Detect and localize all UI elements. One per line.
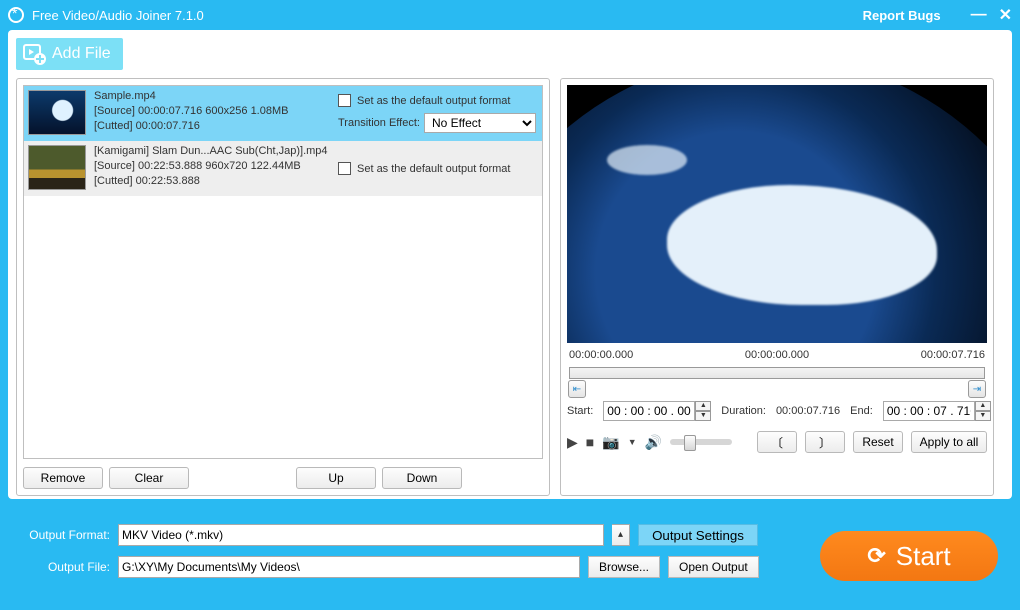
duration-value: 00:00:07.716 xyxy=(776,405,840,417)
output-file-field[interactable] xyxy=(118,556,580,578)
file-name: Sample.mp4 xyxy=(94,89,332,104)
time-edit-row: Start: ▲▼ Duration: 00:00:07.716 End: ▲▼ xyxy=(567,401,987,421)
list-buttons: Remove Clear Up Down xyxy=(23,467,543,489)
file-info: [Kamigami] Slam Dun...AAC Sub(Cht,Jap)].… xyxy=(94,141,332,196)
output-settings-button[interactable]: Output Settings xyxy=(638,524,758,546)
time-current: 00:00:00.000 xyxy=(745,349,809,361)
preview-panel: 00:00:00.000 00:00:00.000 00:00:07.716 ⇤… xyxy=(560,78,994,496)
stop-icon[interactable]: ■ xyxy=(586,434,594,450)
volume-slider[interactable] xyxy=(670,439,732,445)
file-thumbnail xyxy=(28,145,86,190)
file-thumbnail xyxy=(28,90,86,135)
output-format-dropdown-icon[interactable]: ▴ xyxy=(612,524,630,546)
app-logo-icon xyxy=(8,7,24,23)
up-button[interactable]: Up xyxy=(296,467,376,489)
footer: Output Format: ▴ Output Settings Output … xyxy=(0,507,1020,599)
bracket-end-handle[interactable]: ⇥ xyxy=(968,380,986,398)
file-source: [Source] 00:00:07.716 600x256 1.08MB xyxy=(94,104,332,119)
output-format-field[interactable] xyxy=(118,524,604,546)
output-file-label: Output File: xyxy=(16,560,110,574)
spin-up-icon[interactable]: ▲ xyxy=(695,401,711,411)
file-source: [Source] 00:22:53.888 960x720 122.44MB xyxy=(94,159,332,174)
file-cutted: [Cutted] 00:00:07.716 xyxy=(94,119,332,134)
spin-down-icon[interactable]: ▼ xyxy=(695,411,711,421)
mark-out-button[interactable]: 〕 xyxy=(805,431,845,453)
add-file-label: Add File xyxy=(52,45,111,63)
transition-label: Transition Effect: xyxy=(338,117,420,129)
browse-button[interactable]: Browse... xyxy=(588,556,660,578)
file-info: Sample.mp4 [Source] 00:00:07.716 600x256… xyxy=(94,86,332,141)
time-end: 00:00:07.716 xyxy=(921,349,985,361)
down-button[interactable]: Down xyxy=(382,467,462,489)
open-output-button[interactable]: Open Output xyxy=(668,556,759,578)
report-bugs-link[interactable]: Report Bugs xyxy=(863,8,941,23)
file-list[interactable]: Sample.mp4 [Source] 00:00:07.716 600x256… xyxy=(23,85,543,459)
duration-label: Duration: xyxy=(721,405,766,417)
start-button[interactable]: ⟳ Start xyxy=(820,531,998,581)
workspace: Add File Sample.mp4 [Source] 00:00:07.71… xyxy=(8,30,1012,499)
playback-bar: ▶ ■ 📷 ▼ 🔊 〔 〕 Reset Apply to all xyxy=(567,431,987,453)
refresh-icon: ⟳ xyxy=(867,543,885,569)
add-file-button[interactable]: Add File xyxy=(16,38,123,70)
output-format-label: Output Format: xyxy=(16,528,110,542)
mark-in-button[interactable]: 〔 xyxy=(757,431,797,453)
time-start: 00:00:00.000 xyxy=(569,349,633,361)
close-button[interactable]: ✕ xyxy=(999,5,1012,25)
snapshot-icon[interactable]: 📷 xyxy=(602,434,619,451)
snapshot-menu-icon[interactable]: ▼ xyxy=(628,437,637,447)
start-input[interactable] xyxy=(603,401,695,421)
file-row[interactable]: [Kamigami] Slam Dun...AAC Sub(Cht,Jap)].… xyxy=(24,141,542,196)
video-preview[interactable] xyxy=(567,85,987,343)
spin-up-icon[interactable]: ▲ xyxy=(975,401,991,411)
end-label: End: xyxy=(850,405,873,417)
default-format-checkbox[interactable] xyxy=(338,94,351,107)
transition-select[interactable]: No Effect xyxy=(424,113,536,133)
timeline-slider[interactable]: ⇤ ⇥ xyxy=(569,367,985,379)
default-format-label: Set as the default output format xyxy=(357,95,510,107)
spin-down-icon[interactable]: ▼ xyxy=(975,411,991,421)
file-row[interactable]: Sample.mp4 [Source] 00:00:07.716 600x256… xyxy=(24,86,542,141)
titlebar: Free Video/Audio Joiner 7.1.0 Report Bug… xyxy=(0,0,1020,30)
remove-button[interactable]: Remove xyxy=(23,467,103,489)
file-name: [Kamigami] Slam Dun...AAC Sub(Cht,Jap)].… xyxy=(94,144,332,159)
start-label: Start: xyxy=(567,405,593,417)
app-title: Free Video/Audio Joiner 7.1.0 xyxy=(32,8,204,23)
bracket-start-handle[interactable]: ⇤ xyxy=(568,380,586,398)
file-cutted: [Cutted] 00:22:53.888 xyxy=(94,174,332,189)
apply-all-button[interactable]: Apply to all xyxy=(911,431,987,453)
default-format-checkbox[interactable] xyxy=(338,162,351,175)
reset-button[interactable]: Reset xyxy=(853,431,903,453)
minimize-button[interactable]: — xyxy=(971,6,987,24)
end-input[interactable] xyxy=(883,401,975,421)
file-list-panel: Sample.mp4 [Source] 00:00:07.716 600x256… xyxy=(16,78,550,496)
start-label: Start xyxy=(896,541,951,572)
time-labels: 00:00:00.000 00:00:00.000 00:00:07.716 xyxy=(569,349,985,361)
add-file-icon xyxy=(22,42,46,66)
default-format-label: Set as the default output format xyxy=(357,163,510,175)
clear-button[interactable]: Clear xyxy=(109,467,189,489)
play-icon[interactable]: ▶ xyxy=(567,434,578,451)
volume-icon[interactable]: 🔊 xyxy=(645,434,662,451)
